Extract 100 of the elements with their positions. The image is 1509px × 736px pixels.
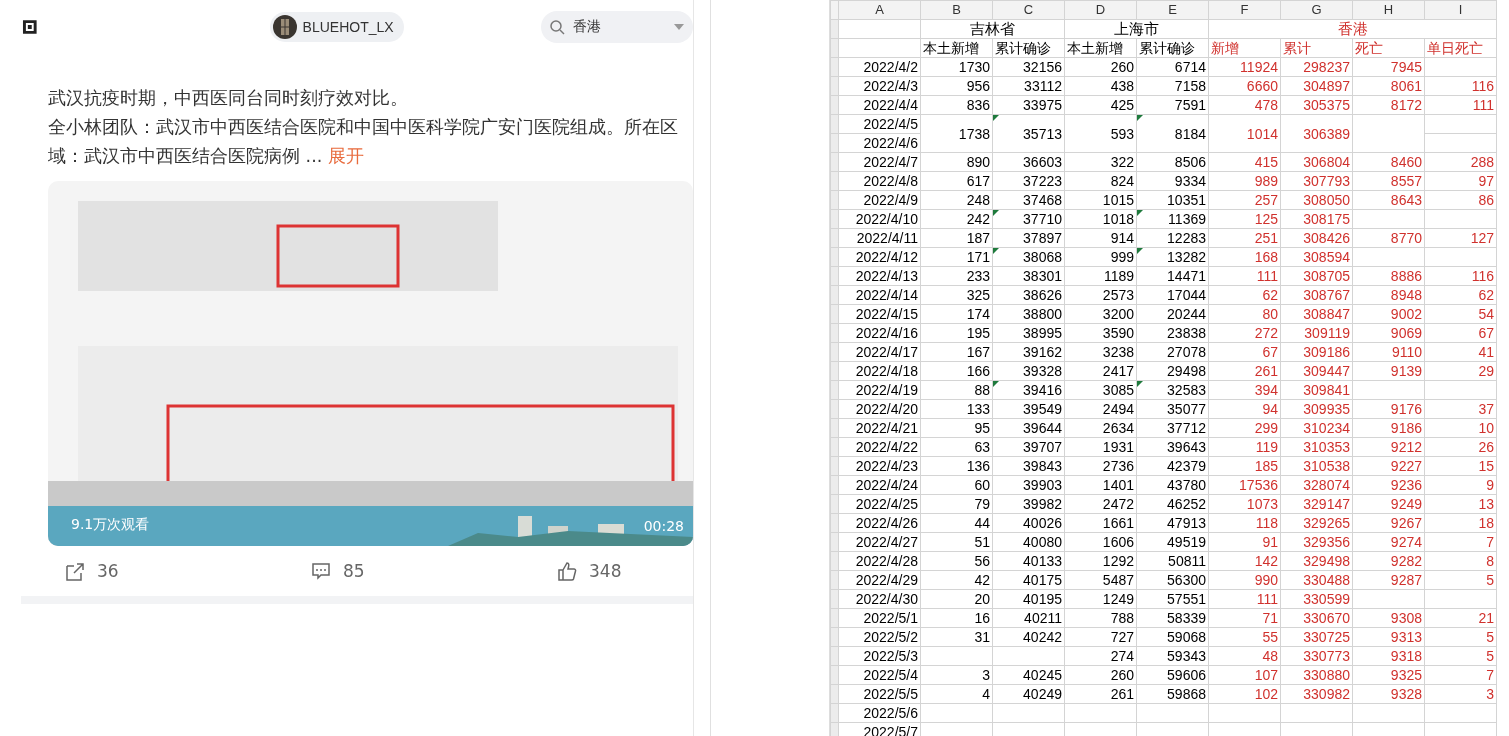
- table-cell: 310234: [1280, 418, 1353, 438]
- table-cell: 1738: [920, 114, 993, 153]
- table-cell: 18: [1424, 513, 1497, 533]
- table-cell: 425: [1064, 95, 1137, 115]
- column-header[interactable]: B: [920, 0, 993, 20]
- table-cell: 62: [1424, 285, 1497, 305]
- table-cell: 309447: [1280, 361, 1353, 381]
- column-header[interactable]: C: [992, 0, 1065, 20]
- table-cell: 9002: [1352, 304, 1425, 324]
- table-cell: 1189: [1064, 266, 1137, 286]
- date-cell: 2022/4/14: [838, 285, 921, 305]
- table-cell: 1931: [1064, 437, 1137, 457]
- table-cell: 7945: [1352, 57, 1425, 77]
- table-cell: 31: [920, 627, 993, 647]
- table-cell: 251: [1208, 228, 1281, 248]
- table-cell: 33112: [992, 76, 1065, 96]
- table-cell: 37223: [992, 171, 1065, 191]
- table-cell: 9334: [1136, 171, 1209, 191]
- table-cell: 330488: [1280, 570, 1353, 590]
- table-cell: 310538: [1280, 456, 1353, 476]
- table-cell: 330982: [1280, 684, 1353, 704]
- date-cell: 2022/4/21: [838, 418, 921, 438]
- group-header: 香港: [1208, 19, 1497, 39]
- table-cell: 3238: [1064, 342, 1137, 362]
- table-cell: 127: [1424, 228, 1497, 248]
- table-cell: 310353: [1280, 437, 1353, 457]
- column-header[interactable]: I: [1424, 0, 1497, 20]
- column-header[interactable]: A: [838, 0, 921, 20]
- table-cell: 40195: [992, 589, 1065, 609]
- date-cell: 2022/5/2: [838, 627, 921, 647]
- table-cell: 40026: [992, 513, 1065, 533]
- table-cell: 187: [920, 228, 993, 248]
- table-cell: 5487: [1064, 570, 1137, 590]
- table-cell: 2472: [1064, 494, 1137, 514]
- date-cell: 2022/4/4: [838, 95, 921, 115]
- table-cell: 272: [1208, 323, 1281, 343]
- date-cell: 2022/4/26: [838, 513, 921, 533]
- table-cell: 35713: [992, 114, 1065, 153]
- table-cell: 257: [1208, 190, 1281, 210]
- table-cell: 956: [920, 76, 993, 96]
- table-cell: 63: [920, 437, 993, 457]
- table-cell: 330773: [1280, 646, 1353, 666]
- table-cell: 999: [1064, 247, 1137, 267]
- table-cell: 308705: [1280, 266, 1353, 286]
- table-cell: 3: [1424, 684, 1497, 704]
- date-cell: 2022/4/10: [838, 209, 921, 229]
- column-header[interactable]: D: [1064, 0, 1137, 20]
- table-cell: 40080: [992, 532, 1065, 552]
- action-count[interactable]: 36: [97, 561, 119, 581]
- table-cell: 125: [1208, 209, 1281, 229]
- avatar-icon: [272, 15, 297, 39]
- table-cell: 79: [920, 494, 993, 514]
- table-cell: 260: [1064, 665, 1137, 685]
- search-field[interactable]: 香港: [540, 11, 693, 43]
- table-cell: 274: [1064, 646, 1137, 666]
- table-cell: 40242: [992, 627, 1065, 647]
- table-cell: 617: [920, 171, 993, 191]
- user-chip[interactable]: BLUEHOT_LX: [269, 12, 404, 42]
- table-cell: 60: [920, 475, 993, 495]
- date-cell: 2022/4/7: [838, 152, 921, 172]
- date-cell: 2022/4/13: [838, 266, 921, 286]
- table-cell: 46252: [1136, 494, 1209, 514]
- column-header[interactable]: E: [1136, 0, 1209, 20]
- table-cell: 39903: [992, 475, 1065, 495]
- table-cell: 38626: [992, 285, 1065, 305]
- table-cell: 8172: [1352, 95, 1425, 115]
- table-cell: 38068: [992, 247, 1065, 267]
- table-cell: 95: [920, 418, 993, 438]
- table-cell: 80: [1208, 304, 1281, 324]
- table-cell: 330599: [1280, 589, 1353, 609]
- table-cell: 329356: [1280, 532, 1353, 552]
- table-cell: 40211: [992, 608, 1065, 628]
- date-cell: 2022/4/17: [838, 342, 921, 362]
- table-cell: 329147: [1280, 494, 1353, 514]
- column-subheader: 单日死亡: [1424, 38, 1497, 58]
- table-cell: 185: [1208, 456, 1281, 476]
- table-cell: 5: [1424, 570, 1497, 590]
- table-cell: 325: [920, 285, 993, 305]
- table-cell: 8770: [1352, 228, 1425, 248]
- table-cell: 20244: [1136, 304, 1209, 324]
- date-cell: 2022/4/16: [838, 323, 921, 343]
- column-header[interactable]: F: [1208, 0, 1281, 20]
- action-count[interactable]: 85: [343, 561, 365, 581]
- table-cell: 39982: [992, 494, 1065, 514]
- table-cell: 1015: [1064, 190, 1137, 210]
- table-cell: 36603: [992, 152, 1065, 172]
- column-header[interactable]: H: [1352, 0, 1425, 20]
- table-cell: 1606: [1064, 532, 1137, 552]
- column-header[interactable]: G: [1280, 0, 1353, 20]
- table-cell: 307793: [1280, 171, 1353, 191]
- action-count[interactable]: 348: [589, 561, 622, 581]
- table-cell: 59868: [1136, 684, 1209, 704]
- date-cell: 2022/4/12: [838, 247, 921, 267]
- table-cell: 9186: [1352, 418, 1425, 438]
- date-cell: 2022/5/3: [838, 646, 921, 666]
- table-cell: 309935: [1280, 399, 1353, 419]
- column-subheader: 本土新增: [1064, 38, 1137, 58]
- table-cell: 8184: [1136, 114, 1209, 153]
- date-cell: 2022/4/27: [838, 532, 921, 552]
- table-cell: 989: [1208, 171, 1281, 191]
